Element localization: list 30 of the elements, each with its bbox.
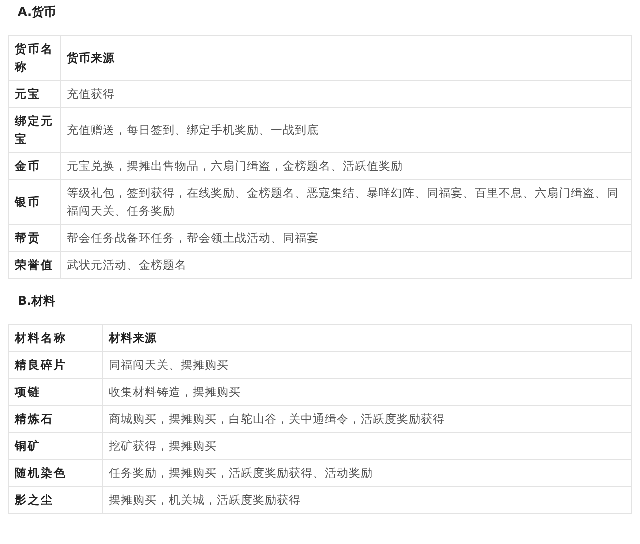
table-cell: 帮贡 <box>8 224 60 252</box>
table-cell: 帮会任务战备环任务，帮会领土战活动、同福宴 <box>60 224 632 252</box>
table-cell: 元宝兑换，摆摊出售物品，六扇门缉盗，金榜题名、活跃值奖励 <box>60 152 632 180</box>
table-cell: 武状元活动、金榜题名 <box>60 252 632 278</box>
column-header: 材料来源 <box>102 324 632 352</box>
table-cell: 金币 <box>8 152 60 180</box>
table-cell: 收集材料铸造，摆摊购买 <box>102 378 632 406</box>
section-heading: A.货币 <box>17 4 58 20</box>
column-header: 材料名称 <box>8 324 102 352</box>
table-cell: 随机染色 <box>8 460 102 486</box>
column-header: 货币来源 <box>60 36 632 80</box>
table-cell: 任务奖励，摆摊购买，活跃度奖励获得、活动奖励 <box>102 460 632 486</box>
table-cell: 银币 <box>8 180 60 224</box>
table-cell: 项链 <box>8 378 102 406</box>
table-cell: 元宝 <box>8 80 60 108</box>
table-cell: 精炼石 <box>8 406 102 432</box>
section-heading: B.材料 <box>17 293 57 309</box>
table-cell: 同福闯天关、摆摊购买 <box>102 352 632 378</box>
table-cell: 铜矿 <box>8 432 102 460</box>
table-cell: 精良碎片 <box>8 352 102 378</box>
table-cell: 摆摊购买，机关城，活跃度奖励获得 <box>102 486 632 514</box>
table-cell: 商城购买，摆摊购买，白鸵山谷，关中通缉令，活跃度奖励获得 <box>102 406 632 432</box>
table-cell: 充值赠送，每日签到、绑定手机奖励、一战到底 <box>60 108 632 152</box>
table-cell: 影之尘 <box>8 486 102 514</box>
table-cell: 绑定元宝 <box>8 108 60 152</box>
table-cell: 荣誉值 <box>8 252 60 278</box>
table-cell: 充值获得 <box>60 80 632 108</box>
table-cell: 等级礼包，签到获得，在线奖励、金榜题名、恶寇集结、暴咩幻阵、同福宴、百里不息、六扇门缉盗、同福闯天关、任务奖励 <box>60 180 632 224</box>
table-cell: 挖矿获得，摆摊购买 <box>102 432 632 460</box>
column-header: 货币名称 <box>8 36 60 80</box>
